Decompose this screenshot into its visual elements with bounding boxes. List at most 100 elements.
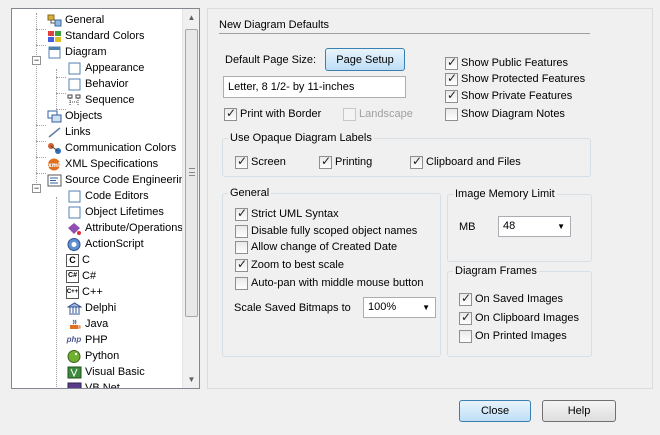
- disable-scoped-names-checkbox[interactable]: Disable fully scoped object names: [235, 224, 417, 238]
- grip-icon: [189, 168, 195, 176]
- tree-line: [36, 157, 46, 158]
- tree-item-c[interactable]: C C: [66, 252, 90, 268]
- frames-on-saved-checkbox[interactable]: On Saved Images: [459, 291, 563, 306]
- scroll-up-icon[interactable]: ▲: [184, 9, 199, 26]
- java-icon: [66, 317, 82, 331]
- tree-item-behavior[interactable]: Behavior: [66, 76, 128, 92]
- show-private-features-checkbox[interactable]: Show Private Features: [445, 88, 572, 103]
- checkbox-box: [235, 240, 248, 254]
- image-memory-legend: Image Memory Limit: [455, 188, 555, 200]
- diagram-frames-legend: Diagram Frames: [455, 265, 537, 277]
- tree-item-object-lifetimes[interactable]: Object Lifetimes: [66, 204, 164, 220]
- print-with-border-checkbox[interactable]: Print with Border: [224, 106, 321, 121]
- tree-item-python[interactable]: Python: [66, 348, 119, 364]
- tree-item-diagram[interactable]: Diagram: [46, 44, 107, 60]
- title-divider: [219, 33, 590, 34]
- tree-item-visual-basic[interactable]: Visual Basic: [66, 364, 145, 380]
- checkbox-box: [235, 224, 248, 238]
- tree-item-csharp[interactable]: C# C#: [66, 268, 96, 284]
- checkbox-box: [343, 107, 356, 121]
- tree-line: [36, 13, 37, 193]
- link-icon: [46, 125, 62, 139]
- tree-item-source-code-engineering[interactable]: Source Code Engineering: [46, 172, 191, 188]
- tree-line: [36, 141, 46, 142]
- actionscript-icon: [66, 237, 82, 251]
- opaque-clipboard-checkbox[interactable]: Clipboard and Files: [410, 154, 521, 169]
- tree-line: [36, 29, 46, 30]
- checkbox-box: [235, 276, 248, 290]
- panel-title: New Diagram Defaults: [219, 19, 330, 31]
- show-diagram-notes-checkbox[interactable]: Show Diagram Notes: [445, 107, 565, 121]
- page-icon: [66, 189, 82, 203]
- options-tree[interactable]: − − General Standard Colors Diagram Appe…: [11, 8, 200, 389]
- scale-bitmaps-select[interactable]: 100% ▼: [363, 297, 436, 318]
- help-button[interactable]: Help: [542, 400, 616, 422]
- tree-item-standard-colors[interactable]: Standard Colors: [46, 28, 145, 44]
- general-legend: General: [230, 187, 270, 199]
- tree-item-cpp[interactable]: C++ C++: [66, 284, 103, 300]
- page-icon: [66, 205, 82, 219]
- sequence-icon: [66, 93, 82, 107]
- tree-item-java[interactable]: Java: [66, 316, 108, 332]
- close-button[interactable]: Close: [459, 400, 531, 422]
- c-language-icon: C: [66, 253, 79, 267]
- scrollbar-thumb[interactable]: [185, 29, 198, 317]
- tree-line: [56, 197, 57, 388]
- autopan-checkbox[interactable]: Auto-pan with middle mouse button: [235, 276, 423, 290]
- tree-item-links[interactable]: Links: [46, 124, 91, 140]
- tree-item-code-editors[interactable]: Code Editors: [66, 188, 149, 204]
- tree-line: [56, 77, 66, 78]
- delphi-icon: [66, 301, 82, 315]
- checkbox-box: [410, 154, 423, 169]
- frames-on-clipboard-checkbox[interactable]: On Clipboard Images: [459, 310, 579, 325]
- tree-item-general[interactable]: General: [46, 12, 104, 28]
- zoom-best-scale-checkbox[interactable]: Zoom to best scale: [235, 257, 344, 272]
- python-icon: [66, 349, 82, 363]
- frames-on-printed-checkbox[interactable]: On Printed Images: [459, 329, 567, 343]
- checkbox-box: [445, 55, 458, 70]
- checkbox-box: [235, 154, 248, 169]
- tree-item-vbnet[interactable]: VB.Net: [66, 380, 120, 388]
- tree-item-php[interactable]: php PHP: [66, 332, 108, 348]
- chevron-down-icon: ▼: [422, 303, 430, 312]
- show-public-features-checkbox[interactable]: Show Public Features: [445, 55, 568, 70]
- checkbox-box: [235, 257, 248, 272]
- allow-change-created-date-checkbox[interactable]: Allow change of Created Date: [235, 240, 397, 254]
- svg-text:xml: xml: [47, 162, 59, 169]
- communication-icon: [46, 141, 62, 155]
- checkbox-box: [445, 71, 458, 86]
- page-icon: [46, 45, 62, 59]
- tree-item-xml-specifications[interactable]: xml XML Specifications: [46, 156, 158, 172]
- page-icon: [66, 61, 82, 75]
- vbnet-icon: [66, 381, 82, 388]
- tree-line: [56, 69, 57, 109]
- checkbox-box: [459, 310, 472, 325]
- page-setup-button[interactable]: Page Setup: [325, 48, 405, 71]
- tree-line: [36, 125, 46, 126]
- tree-item-attribute-operations[interactable]: Attribute/Operations: [66, 220, 183, 236]
- tree-item-communication-colors[interactable]: Communication Colors: [46, 140, 176, 156]
- diagram-expander[interactable]: −: [32, 56, 41, 65]
- cpp-language-icon: C++: [66, 285, 79, 299]
- opaque-printing-checkbox[interactable]: Printing: [319, 154, 372, 169]
- visual-basic-icon: [66, 365, 82, 379]
- php-icon: php: [66, 335, 82, 344]
- tree-line: [56, 93, 66, 94]
- scroll-down-icon[interactable]: ▼: [184, 371, 199, 388]
- page-size-label: Default Page Size:: [225, 54, 317, 66]
- tree-item-objects[interactable]: Objects: [46, 108, 102, 124]
- mb-label: MB: [459, 221, 476, 233]
- landscape-checkbox[interactable]: Landscape: [343, 107, 413, 121]
- tree-item-appearance[interactable]: Appearance: [66, 60, 144, 76]
- memory-limit-select[interactable]: 48 ▼: [498, 216, 571, 237]
- strict-uml-checkbox[interactable]: Strict UML Syntax: [235, 206, 339, 221]
- tree-item-actionscript[interactable]: ActionScript: [66, 236, 144, 252]
- source-code-expander[interactable]: −: [32, 184, 41, 193]
- tree-item-sequence[interactable]: Sequence: [66, 92, 135, 108]
- page-size-field[interactable]: Letter, 8 1/2- by 11-inches: [223, 76, 406, 98]
- tree-item-delphi[interactable]: Delphi: [66, 300, 116, 316]
- show-protected-features-checkbox[interactable]: Show Protected Features: [445, 71, 585, 86]
- opaque-screen-checkbox[interactable]: Screen: [235, 154, 286, 169]
- tree-scrollbar[interactable]: ▲ ▼: [182, 9, 199, 388]
- checkbox-box: [445, 107, 458, 121]
